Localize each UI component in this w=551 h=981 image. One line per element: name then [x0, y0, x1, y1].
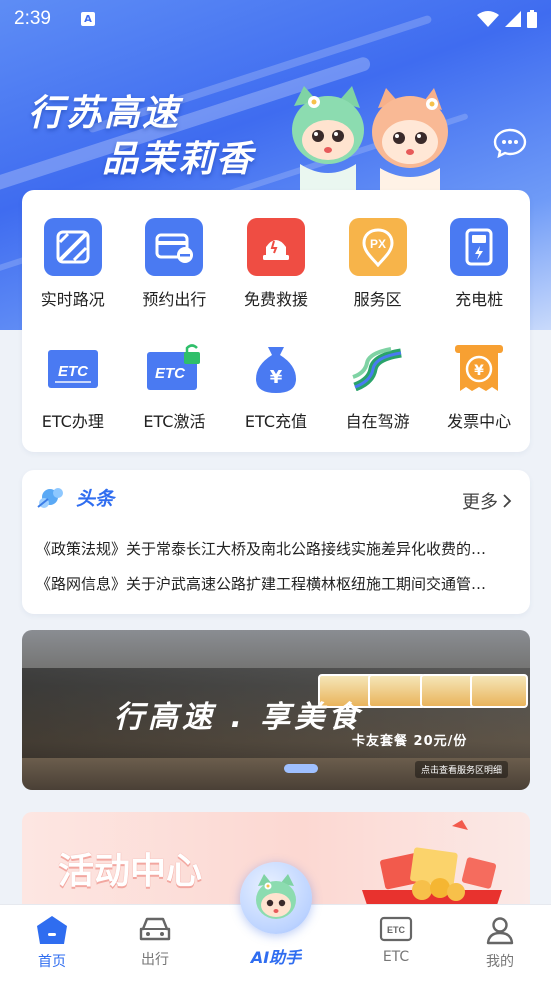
etc-unlock-icon: ETC [145, 340, 203, 398]
map-road-icon [43, 218, 102, 276]
tab-travel[interactable]: 出行 [115, 915, 195, 969]
px-location-icon: PX [348, 218, 407, 276]
quick-item-label: 自在驾游 [345, 412, 410, 431]
chevron-right-icon [503, 494, 512, 508]
car-icon [139, 917, 171, 941]
news-header: 头条 [36, 484, 114, 511]
banner-title: 行高速 . 享美食 [114, 700, 363, 735]
etc-tab-icon: ETC [379, 916, 413, 942]
quick-item-booking[interactable]: 预约出行 [124, 218, 226, 310]
promo-banner[interactable]: 行高速 . 享美食 卡友套餐 20元/份 点击查看服务区明细 [22, 630, 530, 790]
headline-logo-icon [37, 487, 63, 508]
quick-item-label: 充电桩 [455, 290, 504, 309]
status-bar: 2:39 A [0, 0, 551, 38]
battery-icon [527, 10, 537, 28]
tab-label: 出行 [141, 952, 169, 968]
carousel-indicator [284, 764, 318, 773]
news-more-link[interactable]: 更多 [462, 488, 512, 514]
quick-item-rescue[interactable]: 免费救援 [225, 218, 327, 310]
news-item[interactable]: 《政策法规》关于常泰长江大桥及南北公路接线实施差异化收费的通知 [36, 538, 494, 559]
tab-label: 我的 [486, 954, 514, 970]
quick-item-label: ETC办理 [41, 412, 104, 431]
quick-item-service-area[interactable]: PX 服务区 [327, 218, 429, 310]
quick-item-charging[interactable]: 充电桩 [428, 218, 530, 310]
quick-item-label: 免费救援 [243, 290, 308, 309]
signal-icon [505, 11, 521, 27]
quick-item-label: ETC充值 [244, 412, 308, 431]
tab-mine[interactable]: 我的 [460, 915, 540, 971]
quick-item-label: 发票中心 [447, 412, 512, 431]
home-icon [37, 916, 67, 944]
news-item[interactable]: 《路网信息》关于沪武高速公路扩建工程横林枢纽施工期间交通管制的公告 [36, 573, 494, 594]
money-bag-icon: ¥ [247, 340, 305, 398]
quick-actions-card: 实时路况 预约出行 免费救援 PX 服务区 充电桩 ETC ETC办理 ETC … [22, 190, 530, 452]
rescue-siren-icon [246, 218, 305, 276]
quick-item-etc-apply[interactable]: ETC ETC办理 [22, 340, 124, 432]
chat-bubble-icon[interactable] [493, 128, 527, 158]
ai-mascot-icon [256, 874, 296, 919]
banner-subtitle: 卡友套餐 20元/份 [352, 734, 468, 749]
wifi-icon [477, 11, 499, 27]
notification-a-icon: A [80, 12, 95, 26]
charging-pile-icon [450, 218, 509, 276]
quick-item-traffic[interactable]: 实时路况 [22, 218, 124, 310]
quick-item-self-drive[interactable]: 自在驾游 [327, 340, 429, 432]
news-title: 头条 [76, 488, 115, 510]
tab-etc[interactable]: ETC ETC [356, 915, 436, 965]
quick-item-invoice[interactable]: ¥ 发票中心 [428, 340, 530, 432]
user-icon [486, 917, 514, 945]
invoice-icon: ¥ [450, 340, 508, 398]
banner-small-note: 点击查看服务区明细 [414, 761, 508, 778]
news-more-label: 更多 [462, 492, 498, 513]
tab-home[interactable]: 首页 [12, 915, 92, 971]
svg-text:ETC: ETC [58, 363, 89, 380]
road-ribbon-icon [349, 340, 407, 398]
svg-text:¥: ¥ [474, 363, 484, 379]
headline-news-card: 头条 更多 《政策法规》关于常泰长江大桥及南北公路接线实施差异化收费的通知 《路… [22, 470, 530, 614]
quick-item-label: 预约出行 [142, 290, 207, 309]
mascot-illustration [292, 86, 448, 194]
activity-title: 活动中心 [58, 851, 203, 892]
svg-text:¥: ¥ [270, 367, 283, 388]
svg-text:ETC: ETC [155, 365, 186, 382]
svg-text:PX: PX [370, 237, 386, 251]
hero-slogan-line2: 品茉莉香 [102, 139, 255, 180]
hero-slogan-line1: 行苏高速 [28, 93, 181, 134]
ai-assistant-button[interactable] [240, 862, 312, 934]
tab-label: ETC [382, 949, 410, 965]
ai-assistant-label[interactable]: AI助手 [240, 944, 312, 968]
quick-item-etc-recharge[interactable]: ¥ ETC充值 [225, 340, 327, 432]
tab-label: 首页 [38, 954, 66, 970]
etc-card-icon: ETC [44, 340, 102, 398]
quick-item-label: ETC激活 [143, 412, 206, 431]
status-time: 2:39 [14, 8, 51, 29]
quick-item-label: 实时路况 [40, 290, 105, 309]
svg-text:ETC: ETC [387, 925, 406, 935]
quick-item-etc-activate[interactable]: ETC ETC激活 [124, 340, 226, 432]
card-minus-icon [145, 218, 204, 276]
quick-item-label: 服务区 [353, 290, 402, 309]
